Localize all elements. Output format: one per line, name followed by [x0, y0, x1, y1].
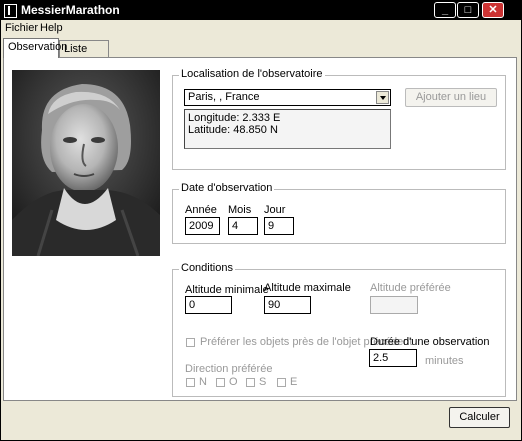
app-icon [4, 4, 17, 18]
duration-label: Durée d'une observation [370, 336, 490, 348]
window-title: MessierMarathon [21, 3, 120, 17]
date-group: Date d'observation [172, 182, 506, 244]
alt-max-field[interactable]: 90 [264, 296, 311, 314]
year-label: Année [185, 204, 217, 216]
direction-e-label: E [290, 376, 298, 388]
longitude-text: Longitude: 2.333 E [188, 112, 281, 124]
app-window: MessierMarathon _ □ ✕ Fichier Help Obser… [0, 0, 522, 441]
direction-o-checkbox[interactable] [216, 378, 225, 387]
alt-pref-label: Altitude préférée [370, 282, 451, 294]
prefer-near-checkbox[interactable] [186, 338, 195, 347]
location-select[interactable]: Paris, , France [184, 89, 391, 106]
maximize-icon[interactable]: □ [457, 2, 479, 18]
month-field[interactable]: 4 [228, 217, 258, 235]
menu-help[interactable]: Help [40, 22, 63, 34]
duration-field[interactable]: 2.5 [369, 349, 417, 367]
chevron-down-icon[interactable] [376, 91, 389, 104]
date-group-title: Date d'observation [179, 182, 275, 194]
add-location-button[interactable]: Ajouter un lieu [405, 88, 497, 107]
title-bar[interactable]: MessierMarathon _ □ ✕ [1, 1, 521, 20]
portrait-drawing [12, 70, 160, 256]
direction-s-checkbox[interactable] [246, 378, 255, 387]
portrait-image [12, 70, 160, 256]
latitude-text: Latitude: 48.850 N [188, 124, 278, 136]
location-select-value: Paris, , France [188, 91, 260, 103]
year-field[interactable]: 2009 [185, 217, 220, 235]
day-field[interactable]: 9 [264, 217, 294, 235]
alt-min-field[interactable]: 0 [185, 296, 232, 314]
direction-o-label: O [229, 376, 238, 388]
close-icon[interactable]: ✕ [482, 2, 504, 18]
duration-unit: minutes [425, 355, 464, 367]
direction-s-label: S [259, 376, 267, 388]
menu-fichier[interactable]: Fichier [5, 22, 38, 34]
calculate-button[interactable]: Calculer [449, 407, 510, 428]
direction-label: Direction préférée [185, 363, 273, 375]
direction-n-label: N [199, 376, 207, 388]
day-label: Jour [264, 204, 286, 216]
minimize-icon[interactable]: _ [434, 2, 456, 18]
direction-e-checkbox[interactable] [277, 378, 286, 387]
conditions-group-title: Conditions [179, 262, 235, 274]
month-label: Mois [228, 204, 252, 216]
alt-min-label: Altitude minimale [185, 284, 269, 296]
menu-bar: Fichier Help [1, 20, 521, 37]
alt-pref-field[interactable] [370, 296, 418, 314]
coordinates-box: Longitude: 2.333 E Latitude: 48.850 N [184, 109, 391, 149]
direction-n-checkbox[interactable] [186, 378, 195, 387]
alt-max-label: Altitude maximale [264, 282, 351, 294]
location-group-title: Localisation de l'observatoire [179, 68, 325, 80]
tab-observation[interactable]: Observation [3, 38, 67, 58]
